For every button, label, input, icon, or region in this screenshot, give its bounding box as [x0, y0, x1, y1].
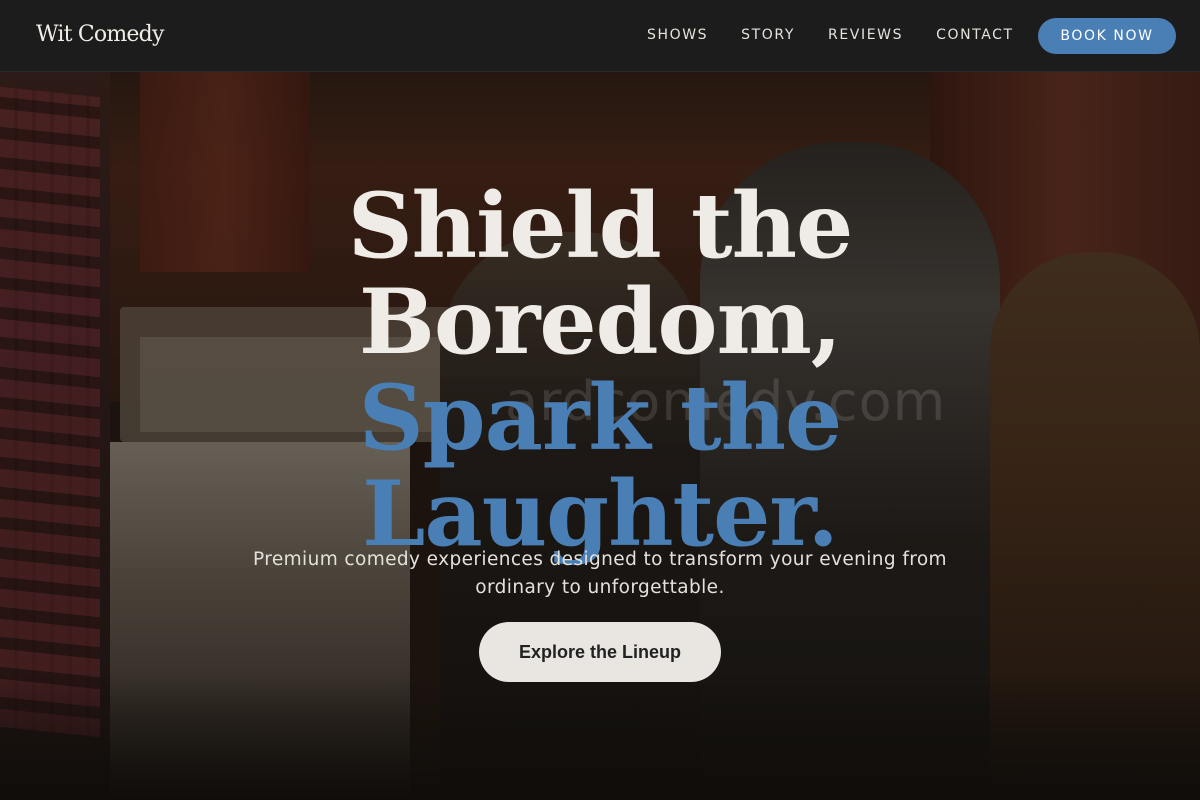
nav-link-reviews[interactable]: REVIEWS — [828, 27, 903, 43]
nav-link-contact[interactable]: CONTACT — [936, 27, 1014, 43]
nav-link-story[interactable]: STORY — [741, 27, 795, 43]
hero-headline: Shield the Boredom, Spark the Laughter. — [0, 178, 1200, 562]
hero-subtitle: Premium comedy experiences designed to t… — [253, 548, 947, 598]
main-nav: SHOWS STORY REVIEWS CONTACT — [647, 27, 1047, 43]
headline-line-1: Shield the — [347, 173, 854, 280]
brand-logo[interactable]: Wit Comedy — [36, 22, 164, 47]
explore-lineup-button[interactable]: Explore the Lineup — [479, 622, 721, 682]
headline-line-2: Boredom, — [358, 269, 842, 376]
site-header: Wit Comedy SHOWS STORY REVIEWS CONTACT B… — [0, 0, 1200, 72]
nav-link-shows[interactable]: SHOWS — [647, 27, 708, 43]
book-now-button[interactable]: BOOK NOW — [1038, 18, 1176, 54]
headline-line-3: Spark the — [358, 365, 843, 472]
